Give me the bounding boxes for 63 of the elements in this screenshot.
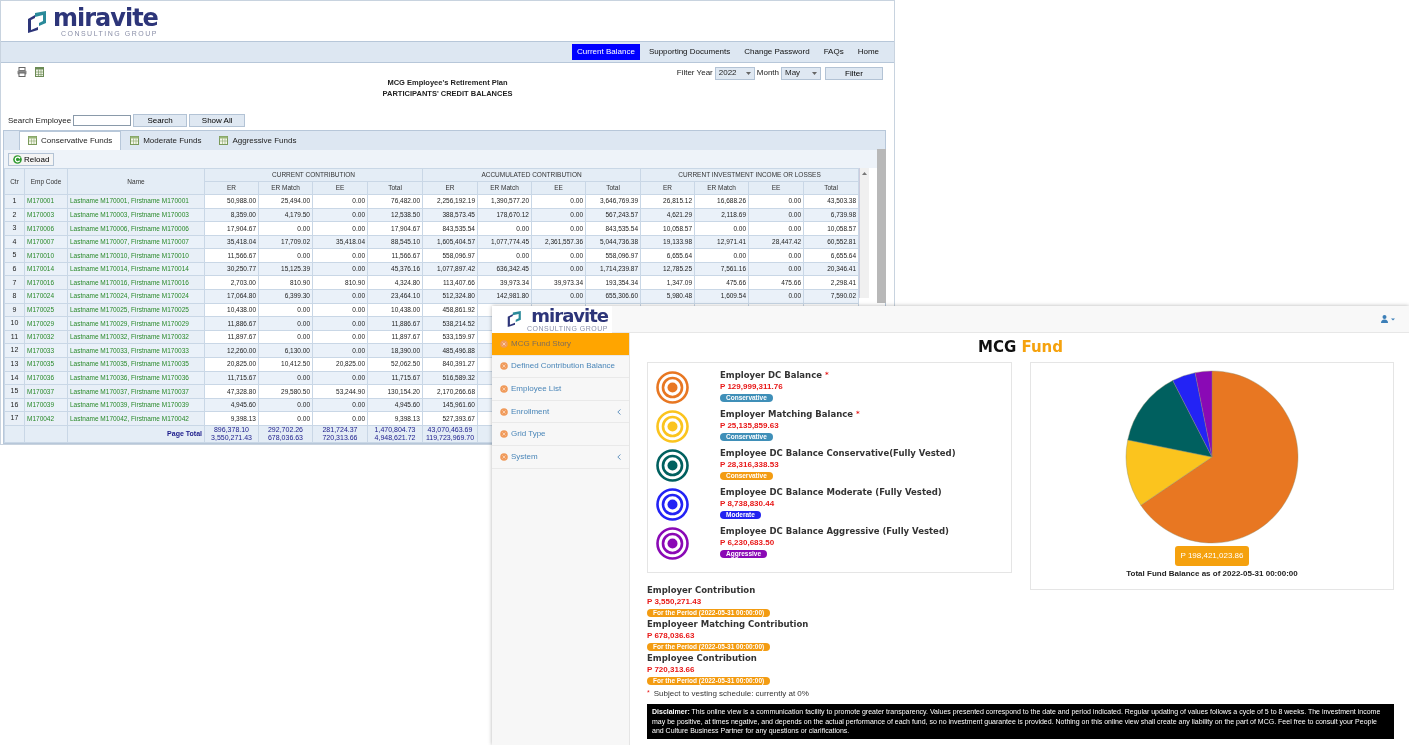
- contribution-title: Employeer Matching Contribution: [647, 619, 810, 630]
- logo-text: miravite: [53, 6, 158, 30]
- total-balance-caption: Total Fund Balance as of 2022-05-31 00:00:00: [1126, 568, 1298, 580]
- bullet-icon: [500, 385, 508, 393]
- nav-link[interactable]: Home: [852, 43, 884, 60]
- balance-amount: P 8,738,830.44: [720, 498, 776, 509]
- month-label: Month: [756, 66, 779, 79]
- contribution-amount: P 720,313.66: [647, 664, 696, 675]
- bullet-icon: [500, 407, 508, 416]
- year-select[interactable]: 2022: [714, 66, 755, 80]
- caret-icon: [745, 71, 751, 75]
- nav-link[interactable]: FAQs: [818, 43, 849, 60]
- sidebar-item[interactable]: Enrollment: [492, 400, 629, 424]
- caret-icon: [812, 71, 817, 75]
- nav-link[interactable]: Supporting Documents: [643, 43, 736, 60]
- contribution-title: Employer Contribution: [647, 585, 757, 596]
- sidebar-item[interactable]: Grid Type: [492, 423, 629, 446]
- balance-amount: P 6,230,683.50: [720, 537, 776, 548]
- balance-amount: P 129,999,311.76: [720, 381, 784, 392]
- logo-text: miravite: [531, 306, 608, 325]
- search-field[interactable]: [73, 115, 132, 127]
- scrollbar[interactable]: [859, 167, 870, 298]
- bullet-icon: [500, 452, 508, 461]
- bullet-icon: [500, 362, 508, 371]
- search-button[interactable]: Search: [133, 114, 188, 128]
- vesting-note: Subject to vesting schedule: currently at 0%: [653, 688, 809, 700]
- balance-amount: P 28,316,338.53: [720, 459, 780, 470]
- balance-amount: P 25,135,859.63: [720, 420, 780, 431]
- fund-tab[interactable]: Aggressive Funds: [210, 130, 306, 150]
- bullet-icon: [500, 430, 508, 439]
- fund-tab[interactable]: Conservative Funds: [19, 130, 122, 150]
- grid-icon: [28, 136, 37, 146]
- sidebar-item[interactable]: MCG Fund Story: [492, 333, 629, 356]
- logo-icon: [506, 311, 524, 327]
- contribution-amount: P 678,036.63: [647, 630, 696, 641]
- user-menu-icon[interactable]: [1381, 315, 1395, 323]
- grid-icon: [219, 136, 229, 146]
- contribution-amount: P 3,550,271.43: [647, 596, 703, 607]
- filter-year-label: Filter Year: [676, 66, 713, 79]
- grid-icon: [130, 136, 140, 146]
- nav-link[interactable]: Current Balance: [572, 43, 640, 60]
- sidebar-item[interactable]: Defined Contribution Balance: [492, 355, 629, 379]
- sidebar-item[interactable]: System: [492, 445, 629, 469]
- page-heading: MCG Fund: [976, 337, 1065, 358]
- print-icon[interactable]: [17, 66, 27, 77]
- sidebar-item[interactable]: Employee List: [492, 378, 629, 401]
- refresh-icon: [13, 154, 22, 164]
- up-arrow-icon[interactable]: [862, 172, 868, 176]
- month-select[interactable]: May: [781, 66, 821, 80]
- total-balance-badge: P 198,421,023.86: [1175, 546, 1249, 566]
- spreadsheet-icon[interactable]: [35, 66, 44, 77]
- contribution-title: Employee Contribution: [647, 653, 758, 664]
- fund-tab[interactable]: Moderate Funds: [121, 130, 211, 150]
- reload-button[interactable]: Reload: [8, 152, 55, 166]
- scrollbar[interactable]: [877, 149, 886, 303]
- balance-title: Employee DC Balance Conservative(Fully Vested): [720, 448, 956, 459]
- balance-title: Employee DC Balance Moderate (Fully Vested): [720, 487, 942, 498]
- balance-title: Employee DC Balance Aggressive (Fully Vested): [720, 526, 949, 537]
- search-label: Search Employee: [8, 114, 72, 127]
- filter-button[interactable]: Filter: [825, 66, 883, 80]
- show-all-button[interactable]: Show All: [189, 114, 246, 128]
- bullet-icon: [500, 339, 508, 348]
- nav-link[interactable]: Change Password: [739, 43, 815, 60]
